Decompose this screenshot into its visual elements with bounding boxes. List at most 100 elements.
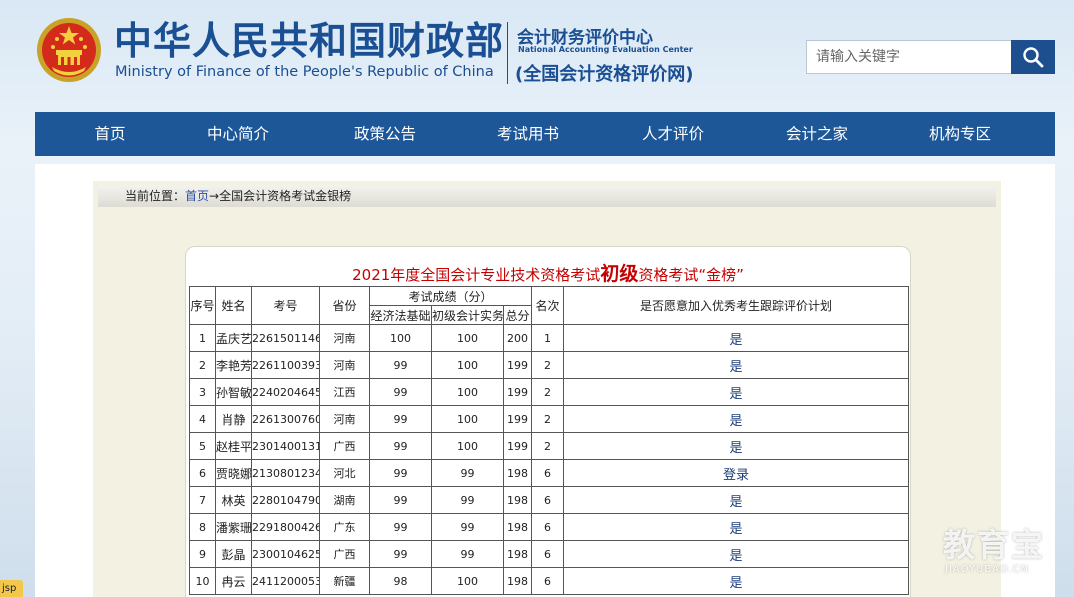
cell-score-2: 99 xyxy=(431,459,504,487)
search-input[interactable] xyxy=(806,40,1012,74)
header-total: 总分 xyxy=(502,305,533,325)
header-rank: 名次 xyxy=(531,286,565,325)
cell-willing: 是 xyxy=(563,405,910,433)
cell-score-2: 100 xyxy=(431,432,504,460)
center-name-en[interactable]: National Accounting Evaluation Center xyxy=(518,45,693,54)
cell-score-2: 99 xyxy=(431,486,504,514)
nav-item-policy[interactable]: 政策公告 xyxy=(291,112,479,156)
cell-name: 潘紫珊 xyxy=(215,513,252,541)
content-area: 当前位置：首页→全国会计资格考试金银榜 2021年度全国会计专业技术资格考试初级… xyxy=(35,164,1055,597)
cell-exam-no: 24112000530 xyxy=(251,567,320,595)
table-row: 8 潘紫珊 22918004260 广东 99 99 198 6 是 xyxy=(189,513,910,541)
cell-rank: 6 xyxy=(531,486,565,514)
cell-name: 孙智敏 xyxy=(215,378,252,406)
cell-seq: 4 xyxy=(189,405,216,433)
cell-province: 广东 xyxy=(319,513,370,541)
nav-item-accountant-home[interactable]: 会计之家 xyxy=(769,112,865,156)
header-sub2: 初级会计实务 xyxy=(431,305,504,325)
header-divider xyxy=(507,22,508,84)
breadcrumb-current: 全国会计资格考试金银榜 xyxy=(219,189,352,203)
org-name-cn[interactable]: 中华人民共和国财政部 xyxy=(114,18,504,64)
cell-willing: 是 xyxy=(563,567,910,595)
cell-name: 贾晓娜 xyxy=(215,459,252,487)
cell-willing: 是 xyxy=(563,513,910,541)
table-row: 4 肖静 22613007605 河南 99 100 199 2 是 xyxy=(189,405,910,433)
cell-rank: 2 xyxy=(531,405,565,433)
cell-score-1: 98 xyxy=(369,567,432,595)
cell-score-2: 100 xyxy=(431,351,504,379)
cell-rank: 6 xyxy=(531,513,565,541)
cell-name: 赵桂平 xyxy=(215,432,252,460)
cell-name: 李艳芳 xyxy=(215,351,252,379)
jsp-tab[interactable]: jsp xyxy=(0,580,23,597)
cell-score-1: 99 xyxy=(369,513,432,541)
cell-province: 河南 xyxy=(319,405,370,433)
cell-score-1: 99 xyxy=(369,432,432,460)
cell-total: 198 xyxy=(502,486,533,514)
cell-total: 200 xyxy=(502,324,533,352)
table-row: 1 孟庆艺 22615011467 河南 100 100 200 1 是 xyxy=(189,324,910,352)
cell-rank: 6 xyxy=(531,459,565,487)
cell-willing: 是 xyxy=(563,351,910,379)
header-willing: 是否愿意加入优秀考生跟踪评价计划 xyxy=(563,286,910,325)
site-header: 中华人民共和国财政部 Ministry of Finance of the Pe… xyxy=(0,0,1074,112)
watermark-text-cn: 教育宝 xyxy=(943,526,1046,564)
nav-item-books[interactable]: 考试用书 xyxy=(479,112,577,156)
cell-score-1: 100 xyxy=(369,324,432,352)
cell-score-1: 99 xyxy=(369,378,432,406)
breadcrumb: 当前位置：首页→全国会计资格考试金银榜 xyxy=(98,185,996,207)
gold-list-board: 2021年度全国会计专业技术资格考试初级资格考试“金榜” 序号 姓名 考号 省份… xyxy=(185,246,911,597)
cell-seq: 10 xyxy=(189,567,216,595)
breadcrumb-arrow: → xyxy=(209,189,220,203)
ranking-table: 序号 姓名 考号 省份 考试成绩（分） 名次 是否愿意加入优秀考生跟踪评价计划 … xyxy=(189,286,910,595)
cell-name: 林英 xyxy=(215,486,252,514)
board-title-after: 资格考试“金榜” xyxy=(638,266,744,284)
cell-total: 199 xyxy=(502,351,533,379)
cell-willing: 是 xyxy=(563,432,910,460)
table-row: 7 林英 22801047908 湖南 99 99 198 6 是 xyxy=(189,486,910,514)
center-net-name[interactable]: (全国会计资格评价网) xyxy=(515,60,693,86)
cell-seq: 2 xyxy=(189,351,216,379)
search-icon xyxy=(1023,47,1044,68)
nav-item-home[interactable]: 首页 xyxy=(35,112,185,156)
header-sub1: 经济法基础 xyxy=(369,305,432,325)
table-row: 6 贾晓娜 21308012346 河北 99 99 198 6 登录 xyxy=(189,459,910,487)
cell-seq: 6 xyxy=(189,459,216,487)
cell-province: 新疆 xyxy=(319,567,370,595)
nav-item-talent[interactable]: 人才评价 xyxy=(577,112,769,156)
cell-rank: 2 xyxy=(531,432,565,460)
cell-willing: 是 xyxy=(563,324,910,352)
content-panel: 当前位置：首页→全国会计资格考试金银榜 2021年度全国会计专业技术资格考试初级… xyxy=(93,181,1001,597)
cell-province: 江西 xyxy=(319,378,370,406)
cell-exam-no: 23001046255 xyxy=(251,540,320,568)
national-emblem-icon[interactable] xyxy=(36,17,102,83)
cell-total: 199 xyxy=(502,405,533,433)
breadcrumb-home-link[interactable]: 首页 xyxy=(185,189,209,203)
breadcrumb-prefix: 当前位置： xyxy=(125,189,186,203)
cell-seq: 1 xyxy=(189,324,216,352)
nav-item-about[interactable]: 中心简介 xyxy=(185,112,291,156)
nav-item-institutions[interactable]: 机构专区 xyxy=(865,112,1055,156)
cell-exam-no: 22801047908 xyxy=(251,486,320,514)
cell-score-1: 99 xyxy=(369,351,432,379)
table-row: 5 赵桂平 23014001319 广西 99 100 199 2 是 xyxy=(189,432,910,460)
header-exam-no: 考号 xyxy=(251,286,320,325)
cell-name: 冉云 xyxy=(215,567,252,595)
table-row: 3 孙智敏 22402046455 江西 99 100 199 2 是 xyxy=(189,378,910,406)
cell-score-2: 100 xyxy=(431,324,504,352)
cell-rank: 2 xyxy=(531,378,565,406)
cell-province: 河南 xyxy=(319,324,370,352)
header-seq: 序号 xyxy=(189,286,216,325)
org-name-en[interactable]: Ministry of Finance of the People's Repu… xyxy=(115,64,494,80)
cell-total: 198 xyxy=(502,459,533,487)
cell-rank: 2 xyxy=(531,351,565,379)
cell-total: 198 xyxy=(502,513,533,541)
cell-province: 广西 xyxy=(319,432,370,460)
watermark-logo: 教育宝 JIAOYUBAO.CN xyxy=(935,520,1065,582)
cell-willing-login-link[interactable]: 登录 xyxy=(563,459,910,487)
cell-name: 彭晶 xyxy=(215,540,252,568)
header-scores: 考试成绩（分） xyxy=(368,286,533,306)
search-button[interactable] xyxy=(1011,40,1055,74)
cell-total: 198 xyxy=(502,567,533,595)
cell-province: 河北 xyxy=(319,459,370,487)
